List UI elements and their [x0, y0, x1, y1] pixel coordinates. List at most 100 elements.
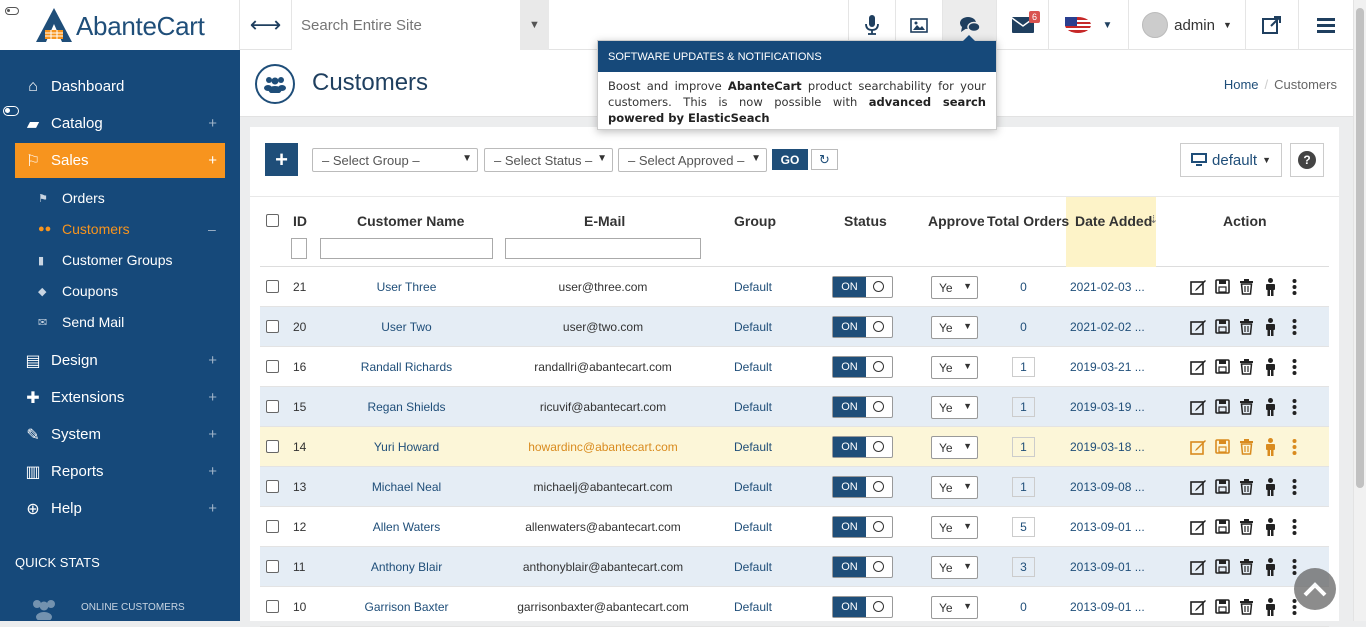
table-row[interactable]: 13 Michael Neal michaelj@abantecart.com … — [260, 467, 1329, 507]
approved-dropdown[interactable]: Ye ▼ — [931, 476, 978, 499]
status-toggle[interactable]: ON — [832, 356, 893, 378]
edit-icon[interactable] — [1190, 478, 1207, 495]
approved-dropdown[interactable]: Ye ▼ — [931, 396, 978, 419]
table-row[interactable]: 20 User Two user@two.com Default ON Ye ▼… — [260, 307, 1329, 347]
table-row[interactable]: 12 Allen Waters allenwaters@abantecart.c… — [260, 507, 1329, 547]
select-status-dropdown[interactable]: – Select Status – ▼ — [484, 148, 613, 172]
sidebar-subitem-customer-groups[interactable]: ▮ Customer Groups — [38, 249, 172, 271]
total-orders-link[interactable]: 1 — [1012, 437, 1035, 457]
customer-name[interactable]: Anthony Blair — [320, 547, 493, 587]
customer-email[interactable]: allenwaters@abantecart.com — [495, 507, 711, 547]
more-options-icon[interactable] — [1286, 518, 1303, 535]
row-checkbox[interactable] — [266, 360, 279, 373]
status-toggle[interactable]: ON — [832, 476, 893, 498]
customer-name[interactable]: Regan Shields — [320, 387, 493, 427]
more-options-icon[interactable] — [1286, 278, 1303, 295]
more-options-icon[interactable] — [1286, 478, 1303, 495]
user-icon[interactable] — [1262, 357, 1279, 376]
status-toggle[interactable]: ON — [832, 276, 893, 298]
save-icon[interactable] — [1214, 558, 1231, 575]
sidebar-item-catalog[interactable]: ▰ Catalog + — [15, 106, 225, 141]
edit-icon[interactable] — [1190, 518, 1207, 535]
approved-dropdown[interactable]: Ye ▼ — [931, 596, 978, 619]
sidebar-item-design[interactable]: ▤ Design + — [15, 343, 225, 378]
select-approved-dropdown[interactable]: – Select Approved – ▼ — [618, 148, 767, 172]
total-orders-link[interactable]: 1 — [1012, 357, 1035, 377]
column-header-group[interactable]: Group — [734, 213, 776, 229]
status-toggle[interactable]: ON — [832, 316, 893, 338]
user-icon[interactable] — [1262, 437, 1279, 456]
breadcrumb-home-link[interactable]: Home — [1224, 77, 1259, 92]
approved-dropdown[interactable]: Ye ▼ — [931, 436, 978, 459]
edit-icon[interactable] — [1190, 438, 1207, 455]
status-toggle[interactable]: ON — [832, 516, 893, 538]
table-row[interactable]: 10 Garrison Baxter garrisonbaxter@abante… — [260, 587, 1329, 627]
table-row[interactable]: 14 Yuri Howard howardinc@abantecart.com … — [260, 427, 1329, 467]
more-options-icon[interactable] — [1286, 318, 1303, 335]
edit-icon[interactable] — [1190, 398, 1207, 415]
status-toggle[interactable]: ON — [832, 396, 893, 418]
id-filter-input[interactable] — [291, 238, 307, 259]
user-icon[interactable] — [1262, 517, 1279, 536]
approved-dropdown[interactable]: Ye ▼ — [931, 316, 978, 339]
save-icon[interactable] — [1214, 398, 1231, 415]
sidebar-subitem-customers[interactable]: ●● Customers – — [38, 218, 216, 240]
column-header-total-orders[interactable]: Total Orders — [987, 213, 1069, 229]
customer-name[interactable]: Garrison Baxter — [320, 587, 493, 627]
sidebar-item-system[interactable]: ✎ System + — [15, 417, 225, 452]
trash-icon[interactable] — [1238, 438, 1255, 455]
trash-icon[interactable] — [1238, 278, 1255, 295]
save-icon[interactable] — [1214, 278, 1231, 295]
toggle-icon[interactable] — [5, 7, 19, 15]
view-default-dropdown[interactable]: default ▼ — [1180, 143, 1282, 177]
save-icon[interactable] — [1214, 478, 1231, 495]
customer-email[interactable]: anthonyblair@abantecart.com — [495, 547, 711, 587]
row-checkbox[interactable] — [266, 560, 279, 573]
column-header-approved[interactable]: Approve — [928, 213, 984, 229]
customer-email[interactable]: user@three.com — [495, 267, 711, 307]
status-toggle[interactable]: ON — [832, 556, 893, 578]
search-dropdown-button[interactable]: ▼ — [520, 0, 549, 50]
table-row[interactable]: 21 User Three user@three.com Default ON … — [260, 267, 1329, 307]
select-group-dropdown[interactable]: – Select Group – ▼ — [312, 148, 478, 172]
customer-email[interactable]: howardinc@abantecart.com — [495, 427, 711, 467]
customer-email[interactable]: michaelj@abantecart.com — [495, 467, 711, 507]
user-icon[interactable] — [1262, 597, 1279, 616]
row-checkbox[interactable] — [266, 520, 279, 533]
customer-name[interactable]: Yuri Howard — [320, 427, 493, 467]
total-orders-link[interactable]: 1 — [1012, 477, 1035, 497]
save-icon[interactable] — [1214, 518, 1231, 535]
status-toggle[interactable]: ON — [832, 596, 893, 618]
sidebar-item-reports[interactable]: ▥ Reports + — [15, 454, 225, 489]
customer-name[interactable]: Allen Waters — [320, 507, 493, 547]
customer-email[interactable]: user@two.com — [495, 307, 711, 347]
more-options-icon[interactable] — [1286, 358, 1303, 375]
user-icon[interactable] — [1262, 277, 1279, 296]
sidebar-item-sales[interactable]: ⚐ Sales + — [15, 143, 225, 178]
row-checkbox[interactable] — [266, 600, 279, 613]
scroll-to-top-button[interactable] — [1294, 568, 1336, 610]
customer-name[interactable]: User Two — [320, 307, 493, 347]
customer-email[interactable]: garrisonbaxter@abantecart.com — [495, 587, 711, 627]
status-toggle[interactable]: ON — [832, 436, 893, 458]
column-header-id[interactable]: ID — [293, 213, 307, 229]
menu-button[interactable] — [1298, 0, 1353, 50]
sidebar-subitem-coupons[interactable]: ◆ Coupons — [38, 280, 118, 302]
trash-icon[interactable] — [1238, 558, 1255, 575]
total-orders-link[interactable]: 3 — [1012, 557, 1035, 577]
sidebar-subitem-send-mail[interactable]: ✉ Send Mail — [38, 311, 124, 333]
sidebar-item-help[interactable]: ⊕ Help + — [15, 491, 225, 526]
save-icon[interactable] — [1214, 438, 1231, 455]
email-filter-input[interactable] — [505, 238, 701, 259]
refresh-button[interactable]: ↻ — [811, 149, 838, 170]
customer-name[interactable]: Randall Richards — [320, 347, 493, 387]
logo-area[interactable]: AbanteCart — [0, 0, 240, 50]
edit-icon[interactable] — [1190, 278, 1207, 295]
edit-icon[interactable] — [1190, 318, 1207, 335]
table-row[interactable]: 11 Anthony Blair anthonyblair@abantecart… — [260, 547, 1329, 587]
sidebar-subitem-orders[interactable]: ⚑ Orders — [38, 187, 105, 209]
total-orders-link[interactable]: 5 — [1012, 517, 1035, 537]
approved-dropdown[interactable]: Ye ▼ — [931, 516, 978, 539]
row-checkbox[interactable] — [266, 480, 279, 493]
row-checkbox[interactable] — [266, 440, 279, 453]
